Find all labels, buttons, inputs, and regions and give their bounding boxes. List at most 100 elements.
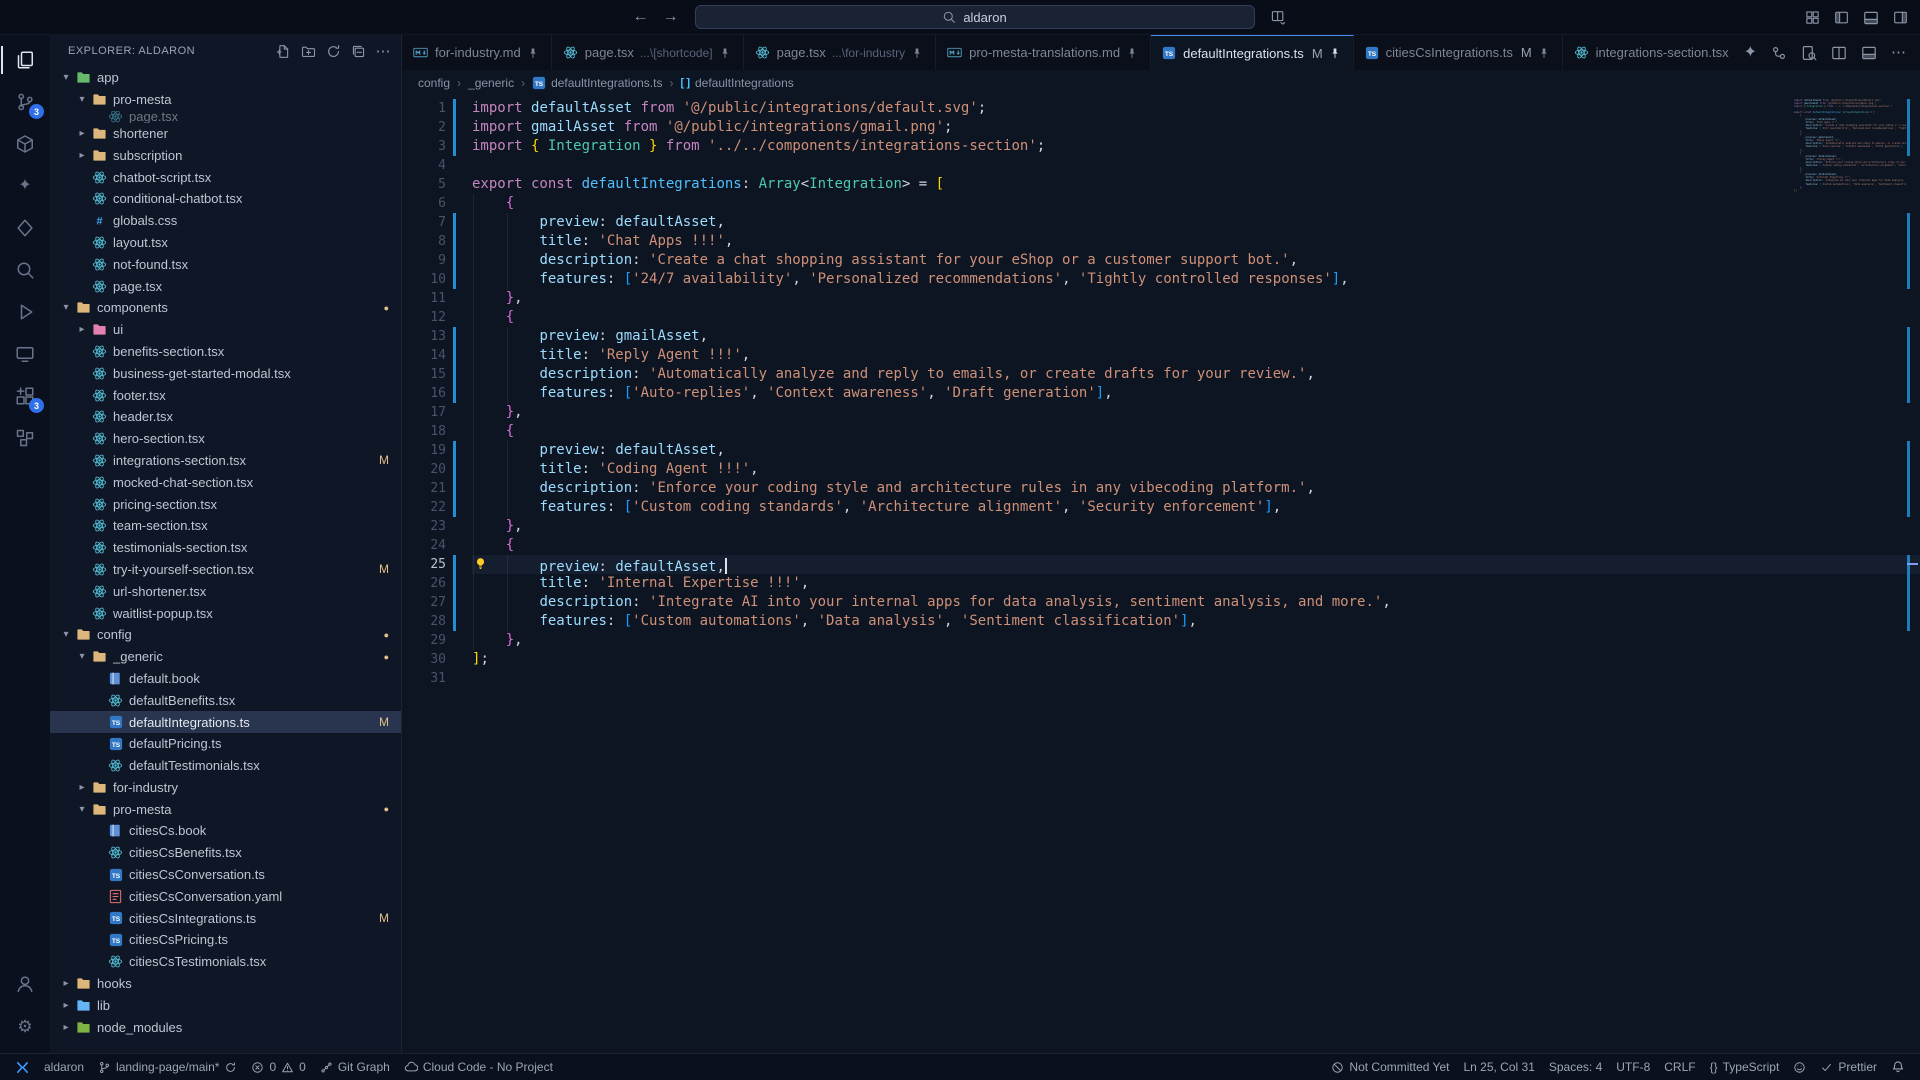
tree-item-defaultintegrations-ts[interactable]: TSdefaultIntegrations.tsM <box>50 711 401 733</box>
tab-page-tsx-for-industry[interactable]: page.tsx...\for-industry <box>744 35 937 70</box>
tree-item-team-section-tsx[interactable]: team-section.tsx <box>50 515 401 537</box>
tab-for-industry-md[interactable]: for-industry.md <box>402 35 552 70</box>
chevron-down-icon[interactable]: ▾ <box>58 72 74 83</box>
tree-item-subscription[interactable]: ▸subscription <box>50 144 401 166</box>
tab-citiescsintegrations-ts[interactable]: TScitiesCsIntegrations.tsM <box>1354 35 1563 70</box>
tree-item-url-shortener-tsx[interactable]: url-shortener.tsx <box>50 580 401 602</box>
line-number-4[interactable]: 4 <box>402 156 462 175</box>
tree-item-waitlist-popup-tsx[interactable]: waitlist-popup.tsx <box>50 602 401 624</box>
activity-explorer[interactable] <box>1 39 49 81</box>
line-number-20[interactable]: 20 <box>402 460 462 479</box>
tree-item-lib[interactable]: ▸lib <box>50 994 401 1016</box>
tree-item-header-tsx[interactable]: header.tsx <box>50 406 401 428</box>
chevron-right-icon[interactable]: ▸ <box>58 978 74 989</box>
sparkle-icon[interactable]: ✦ <box>1744 45 1757 61</box>
tree-item-node-modules[interactable]: ▸node_modules <box>50 1016 401 1038</box>
chevron-right-icon[interactable]: ▸ <box>74 324 90 335</box>
status-git-graph[interactable]: Git Graph <box>313 1054 397 1080</box>
grid-icon[interactable] <box>1805 10 1820 25</box>
chevron-down-icon[interactable]: ▾ <box>74 651 90 662</box>
tree-item-benefits-section-tsx[interactable]: benefits-section.tsx <box>50 341 401 363</box>
status-language-mode[interactable]: {}TypeScript <box>1703 1054 1787 1080</box>
chevron-right-icon[interactable]: ▸ <box>74 782 90 793</box>
tree-item-config[interactable]: ▾config● <box>50 624 401 646</box>
line-number-19[interactable]: 19 <box>402 441 462 460</box>
editor-layout-dropdown-icon[interactable] <box>1271 9 1288 26</box>
activity-project-manager[interactable] <box>1 417 49 459</box>
collapse-all-icon[interactable] <box>351 44 366 59</box>
line-number-13[interactable]: 13 <box>402 327 462 346</box>
status-encoding[interactable]: UTF-8 <box>1609 1054 1657 1080</box>
line-number-15[interactable]: 15 <box>402 365 462 384</box>
activity-copilot-chat[interactable]: ✦ <box>1 165 49 207</box>
activity-settings[interactable]: ⚙ <box>1 1005 49 1047</box>
status-git-branch[interactable]: landing-page/main* <box>91 1054 244 1080</box>
activity-search[interactable] <box>1 249 49 291</box>
status-feedback[interactable] <box>1786 1054 1813 1080</box>
tree-item-citiescsconversation-ts[interactable]: TScitiesCsConversation.ts <box>50 864 401 886</box>
chevron-down-icon[interactable]: ▾ <box>58 302 74 313</box>
tree-item-components[interactable]: ▾components● <box>50 297 401 319</box>
layout-panel-icon[interactable] <box>1861 45 1877 61</box>
tree-item-layout-tsx[interactable]: layout.tsx <box>50 232 401 254</box>
activity-accounts[interactable] <box>1 963 49 1005</box>
tree-item-citiescsconversation-yaml[interactable]: citiesCsConversation.yaml <box>50 885 401 907</box>
chevron-right-icon[interactable]: ▸ <box>74 150 90 161</box>
status-indentation[interactable]: Spaces: 4 <box>1542 1054 1609 1080</box>
line-number-26[interactable]: 26 <box>402 574 462 593</box>
tree-item-hero-section-tsx[interactable]: hero-section.tsx <box>50 428 401 450</box>
tree-item-citiescspricing-ts[interactable]: TScitiesCsPricing.ts <box>50 929 401 951</box>
chevron-down-icon[interactable]: ▾ <box>58 629 74 640</box>
layout-sidebar-right-icon[interactable] <box>1893 10 1908 25</box>
tree-item-page-tsx[interactable]: page.tsx <box>50 275 401 297</box>
tree-item-generic[interactable]: ▾_generic● <box>50 646 401 668</box>
chevron-right-icon[interactable]: ▸ <box>58 1022 74 1033</box>
line-number-2[interactable]: 2 <box>402 118 462 137</box>
new-folder-icon[interactable] <box>301 44 316 59</box>
chevron-down-icon[interactable]: ▾ <box>74 94 90 105</box>
status-eol[interactable]: CRLF <box>1657 1054 1702 1080</box>
new-file-icon[interactable] <box>276 44 291 59</box>
tree-item-integrations-section-tsx[interactable]: integrations-section.tsxM <box>50 450 401 472</box>
pin-icon[interactable] <box>527 47 539 59</box>
tree-item-app[interactable]: ▾app <box>50 67 401 89</box>
chevron-right-icon[interactable]: ▸ <box>58 1000 74 1011</box>
line-number-22[interactable]: 22 <box>402 498 462 517</box>
tree-item-globals-css[interactable]: #globals.css <box>50 210 401 232</box>
pin-icon[interactable] <box>911 47 923 59</box>
tree-item-mocked-chat-section-tsx[interactable]: mocked-chat-section.tsx <box>50 471 401 493</box>
line-number-1[interactable]: 1 <box>402 99 462 118</box>
tree-item-citiescsbenefits-tsx[interactable]: citiesCsBenefits.tsx <box>50 842 401 864</box>
tree-item-defaultbenefits-tsx[interactable]: defaultBenefits.tsx <box>50 689 401 711</box>
open-changes-icon[interactable] <box>1771 45 1787 61</box>
status-remote-indicator[interactable] <box>8 1054 37 1080</box>
pin-icon[interactable] <box>1126 47 1138 59</box>
breadcrumb-config[interactable]: config <box>418 76 450 90</box>
status-cloud-code[interactable]: Cloud Code - No Project <box>397 1054 560 1080</box>
status-cursor-position[interactable]: Ln 25, Col 31 <box>1456 1054 1541 1080</box>
more-icon[interactable]: ⋯ <box>1891 45 1906 60</box>
tree-item-citiescstestimonials-tsx[interactable]: citiesCsTestimonials.tsx <box>50 951 401 973</box>
editor-gutter[interactable]: 1234567891011121314151617181920212223242… <box>402 96 462 1053</box>
tree-item-page-tsx[interactable]: page.tsx <box>50 111 401 123</box>
breadcrumb-defaultintegrations[interactable]: [ ]defaultIntegrations <box>680 76 793 90</box>
tree-item-chatbot-script-tsx[interactable]: chatbot-script.tsx <box>50 166 401 188</box>
line-number-8[interactable]: 8 <box>402 232 462 251</box>
activity-containers[interactable] <box>1 123 49 165</box>
status-problems[interactable]: 00 <box>244 1054 312 1080</box>
line-number-28[interactable]: 28 <box>402 612 462 631</box>
tree-item-citiescsintegrations-ts[interactable]: TScitiesCsIntegrations.tsM <box>50 907 401 929</box>
line-number-21[interactable]: 21 <box>402 479 462 498</box>
activity-extensions[interactable]: 3 <box>1 375 49 417</box>
minimap[interactable]: import defaultAsset from '@/public/integ… <box>1794 99 1906 195</box>
line-number-12[interactable]: 12 <box>402 308 462 327</box>
status-workspace[interactable]: aldaron <box>37 1054 91 1080</box>
tree-item-business-get-started-modal-tsx[interactable]: business-get-started-modal.tsx <box>50 362 401 384</box>
tree-item-default-book[interactable]: default.book <box>50 668 401 690</box>
tree-item-pro-mesta[interactable]: ▾pro-mesta <box>50 89 401 111</box>
back-icon[interactable]: ← <box>633 9 649 25</box>
line-number-7[interactable]: 7 <box>402 213 462 232</box>
tab-defaultintegrations-ts[interactable]: TSdefaultIntegrations.tsM <box>1151 35 1354 70</box>
tree-item-citiescs-book[interactable]: citiesCs.book <box>50 820 401 842</box>
tab-page-tsx-shortcode[interactable]: page.tsx...\[shortcode] <box>552 35 744 70</box>
